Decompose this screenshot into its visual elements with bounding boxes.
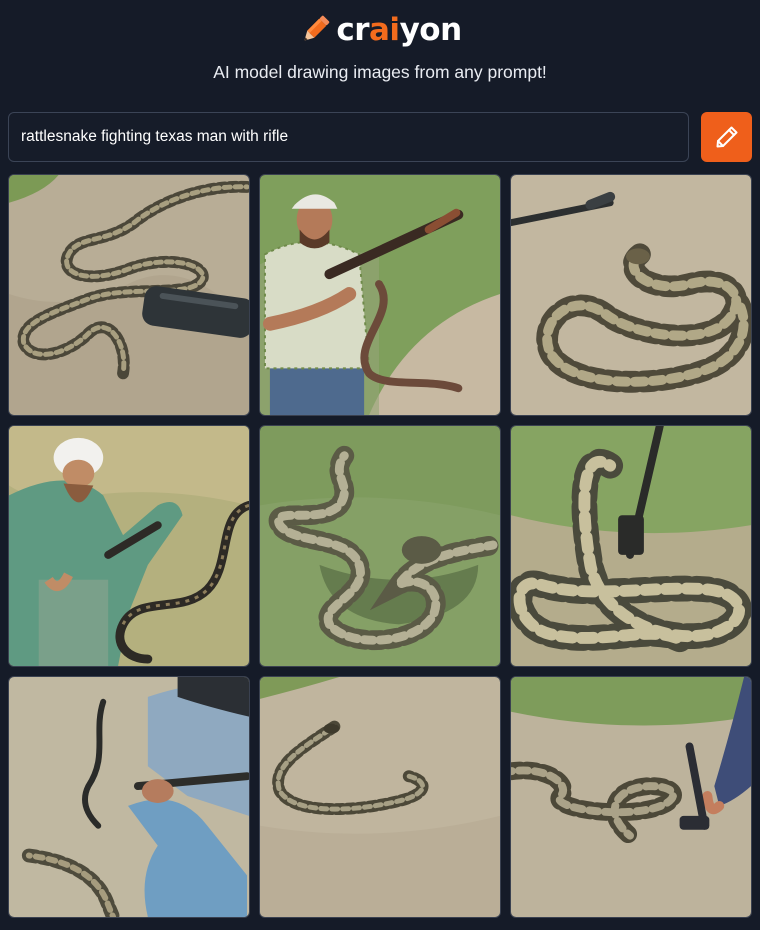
- coiled-snake-with-rifle-image: [511, 426, 751, 666]
- brand-name-prefix: cr: [336, 12, 370, 48]
- man-running-with-snake-image: [9, 677, 249, 917]
- tagline: AI model drawing images from any prompt!: [213, 62, 547, 82]
- result-image-4[interactable]: [8, 425, 250, 667]
- result-image-3[interactable]: [510, 174, 752, 416]
- result-image-5[interactable]: [259, 425, 501, 667]
- snake-and-hand-image: [511, 677, 751, 917]
- coiled-rattlesnake-image: [511, 175, 751, 415]
- pencil-icon: [716, 126, 737, 148]
- rattlesnake-on-grass-image: [260, 426, 500, 666]
- brand-name-accent: ai: [369, 12, 400, 48]
- result-image-1[interactable]: [8, 174, 250, 416]
- prompt-box[interactable]: [8, 112, 689, 162]
- prompt-input[interactable]: [21, 113, 688, 161]
- craiyon-logo[interactable]: craiyon: [0, 10, 760, 50]
- brand-name-suffix: yon: [399, 12, 463, 48]
- draw-button[interactable]: [701, 112, 752, 162]
- result-image-9[interactable]: [510, 676, 752, 918]
- snake-on-sand-image: [260, 677, 500, 917]
- result-image-8[interactable]: [259, 676, 501, 918]
- result-image-6[interactable]: [510, 425, 752, 667]
- result-image-2[interactable]: [259, 174, 501, 416]
- results-grid: [8, 174, 752, 918]
- man-with-rifle-image: [260, 175, 500, 415]
- man-in-hat-image: [9, 426, 249, 666]
- snake-and-rifle-image: [9, 175, 249, 415]
- result-image-7[interactable]: [8, 676, 250, 918]
- brand-name: craiyon: [336, 12, 463, 48]
- pencil-icon: [304, 15, 330, 41]
